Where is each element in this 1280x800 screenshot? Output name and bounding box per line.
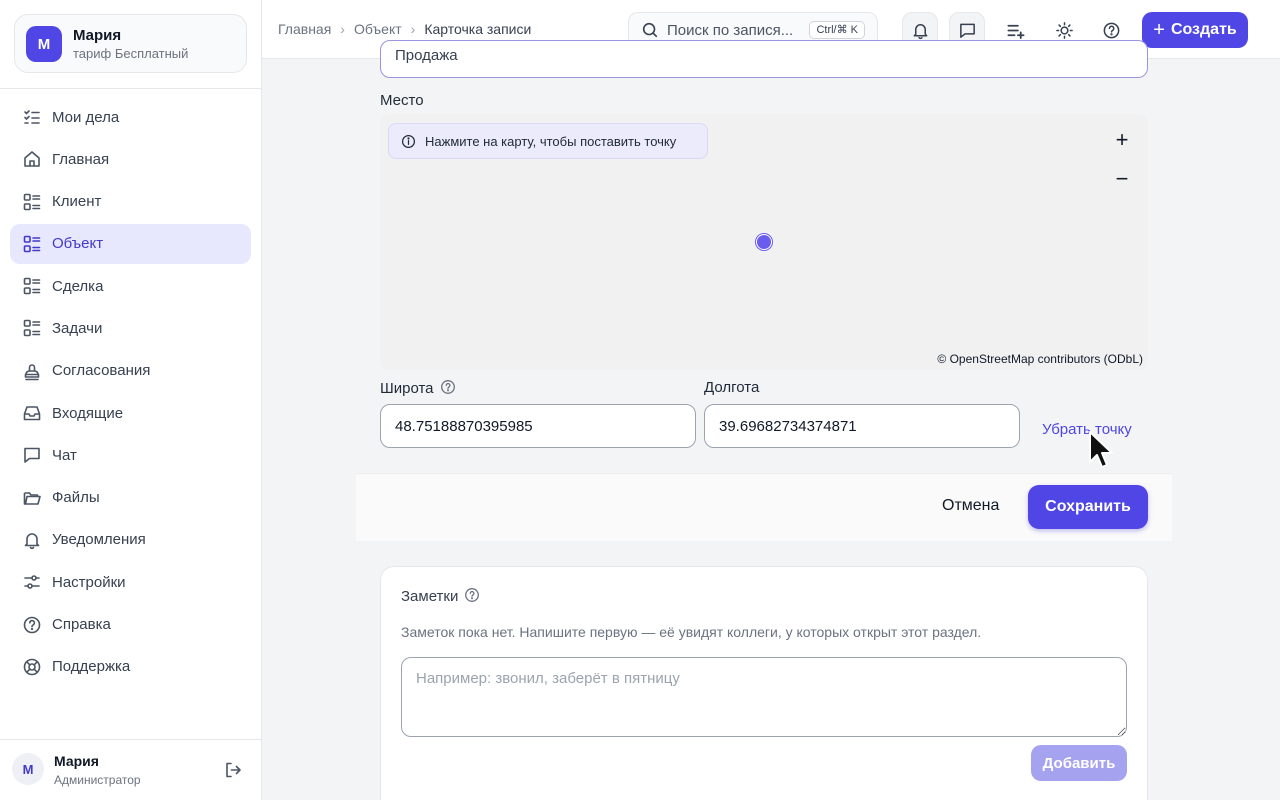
sidebar-item-label: Согласования: [52, 362, 151, 380]
sidebar-item-label: Поддержка: [52, 658, 131, 676]
map[interactable]: Нажмите на карту, чтобы поставить точку …: [380, 114, 1148, 370]
sidebar-item-label: Чат: [52, 446, 77, 464]
search-shortcut-badge: Ctrl/⌘ K: [809, 21, 865, 39]
search-placeholder: Поиск по запися...: [667, 21, 794, 39]
sidebar-item-label: Задачи: [52, 319, 103, 337]
sidebar-item-label: Настройки: [52, 573, 126, 591]
create-button[interactable]: + Создать: [1142, 12, 1248, 48]
inbox-icon: [23, 406, 41, 421]
plus-icon: +: [1153, 19, 1165, 41]
account-name: Мария: [73, 27, 122, 44]
help-circle-icon: [1103, 22, 1119, 38]
sidebar-item-label: Мои дела: [52, 108, 120, 126]
sidebar-item-client[interactable]: Клиент: [10, 182, 251, 222]
account-switcher[interactable]: М Мария тариф Бесплатный: [14, 14, 247, 73]
sidebar-nav: Мои дела Главная Клиент Объект Сделка За…: [10, 97, 251, 689]
map-attribution: © OpenStreetMap contributors (ODbL): [937, 352, 1143, 366]
sidebar-item-help[interactable]: Справка: [10, 605, 251, 645]
folder-icon: [23, 491, 41, 505]
create-button-label: Создать: [1170, 21, 1237, 38]
sidebar-item-label: Объект: [52, 235, 104, 253]
sidebar-item-files[interactable]: Файлы: [10, 478, 251, 518]
sidebar: М Мария тариф Бесплатный Мои дела Главна…: [0, 0, 262, 800]
account-plan: тариф Бесплатный: [73, 46, 189, 61]
bell-icon: [24, 533, 40, 550]
place-label: Место: [380, 92, 424, 109]
info-icon: [401, 134, 416, 148]
sidebar-item-label: Уведомления: [52, 531, 146, 549]
sidebar-item-label: Файлы: [52, 489, 100, 507]
home-icon: [24, 151, 40, 168]
help-circle-icon[interactable]: [440, 379, 456, 395]
sliders-icon: [24, 575, 40, 590]
user-role: Администратор: [54, 773, 141, 787]
sidebar-item-tasks[interactable]: Задачи: [10, 308, 251, 348]
account-avatar: М: [26, 26, 62, 62]
divider: [0, 88, 261, 89]
remove-point-link[interactable]: Убрать точку: [1042, 421, 1132, 438]
save-button[interactable]: Сохранить: [1028, 485, 1148, 529]
breadcrumb-object[interactable]: Объект: [354, 21, 402, 37]
sidebar-item-my-tasks[interactable]: Мои дела: [10, 97, 251, 137]
mouse-pointer-icon: [1089, 431, 1113, 468]
notes-empty-state: Заметок пока нет. Напишите первую — её у…: [401, 624, 982, 640]
zoom-in-button[interactable]: +: [1107, 125, 1137, 155]
bell-icon: [913, 23, 927, 39]
list-plus-icon: [1006, 24, 1024, 39]
logout-icon[interactable]: [223, 760, 243, 780]
latitude-label: Широта: [380, 379, 456, 397]
zoom-out-button[interactable]: −: [1107, 164, 1137, 194]
sidebar-item-label: Сделка: [52, 277, 104, 295]
user-name: Мария: [54, 753, 99, 769]
checklist-icon: [24, 110, 40, 124]
breadcrumb-current: Карточка записи: [424, 21, 532, 37]
help-circle-icon[interactable]: [464, 587, 480, 603]
sidebar-item-home[interactable]: Главная: [10, 139, 251, 179]
latitude-input[interactable]: [380, 404, 696, 448]
map-hint: Нажмите на карту, чтобы поставить точку: [388, 123, 708, 159]
chat-icon: [24, 448, 40, 464]
help-circle-icon: [23, 616, 41, 633]
sidebar-item-support[interactable]: Поддержка: [10, 647, 251, 687]
sun-icon: [1055, 21, 1073, 39]
chat-icon: [959, 23, 975, 38]
grid-list-icon: [23, 235, 41, 253]
stamp-icon: [24, 364, 40, 381]
sidebar-item-notifications[interactable]: Уведомления: [10, 520, 251, 560]
notes-title-text: Заметки: [401, 588, 459, 605]
lifebuoy-icon: [23, 658, 41, 676]
longitude-label: Долгота: [704, 379, 760, 396]
sidebar-item-label: Клиент: [52, 193, 102, 211]
divider: [0, 739, 261, 740]
add-note-button[interactable]: Добавить: [1031, 745, 1127, 781]
sidebar-item-settings[interactable]: Настройки: [10, 562, 251, 602]
grid-list-icon: [23, 320, 41, 337]
sidebar-item-label: Главная: [52, 150, 110, 168]
grid-list-icon: [23, 277, 41, 295]
map-hint-text: Нажмите на карту, чтобы поставить точку: [425, 133, 677, 149]
cancel-button[interactable]: Отмена: [942, 497, 999, 515]
deal-type-field[interactable]: Продажа: [380, 40, 1148, 78]
map-marker[interactable]: [756, 234, 772, 250]
longitude-input[interactable]: [704, 404, 1020, 448]
search-icon: [642, 22, 658, 38]
chevron-right-icon: ›: [340, 21, 345, 37]
deal-type-value: Продажа: [395, 47, 458, 64]
note-input[interactable]: [401, 657, 1127, 737]
breadcrumb-home[interactable]: Главная: [278, 21, 331, 37]
latitude-label-text: Широта: [380, 380, 434, 397]
notes-title: Заметки: [401, 587, 480, 605]
sidebar-item-chat[interactable]: Чат: [10, 435, 251, 475]
sidebar-item-label: Входящие: [52, 404, 124, 422]
sidebar-item-approvals[interactable]: Согласования: [10, 351, 251, 391]
breadcrumb: Главная › Объект › Карточка записи: [278, 21, 531, 37]
sidebar-item-inbox[interactable]: Входящие: [10, 393, 251, 433]
grid-list-icon: [23, 193, 41, 210]
chevron-right-icon: ›: [410, 21, 416, 37]
sidebar-item-label: Справка: [52, 616, 111, 634]
user-avatar: М: [12, 753, 44, 785]
sidebar-item-object[interactable]: Объект: [10, 223, 251, 264]
sidebar-item-deal[interactable]: Сделка: [10, 266, 251, 306]
